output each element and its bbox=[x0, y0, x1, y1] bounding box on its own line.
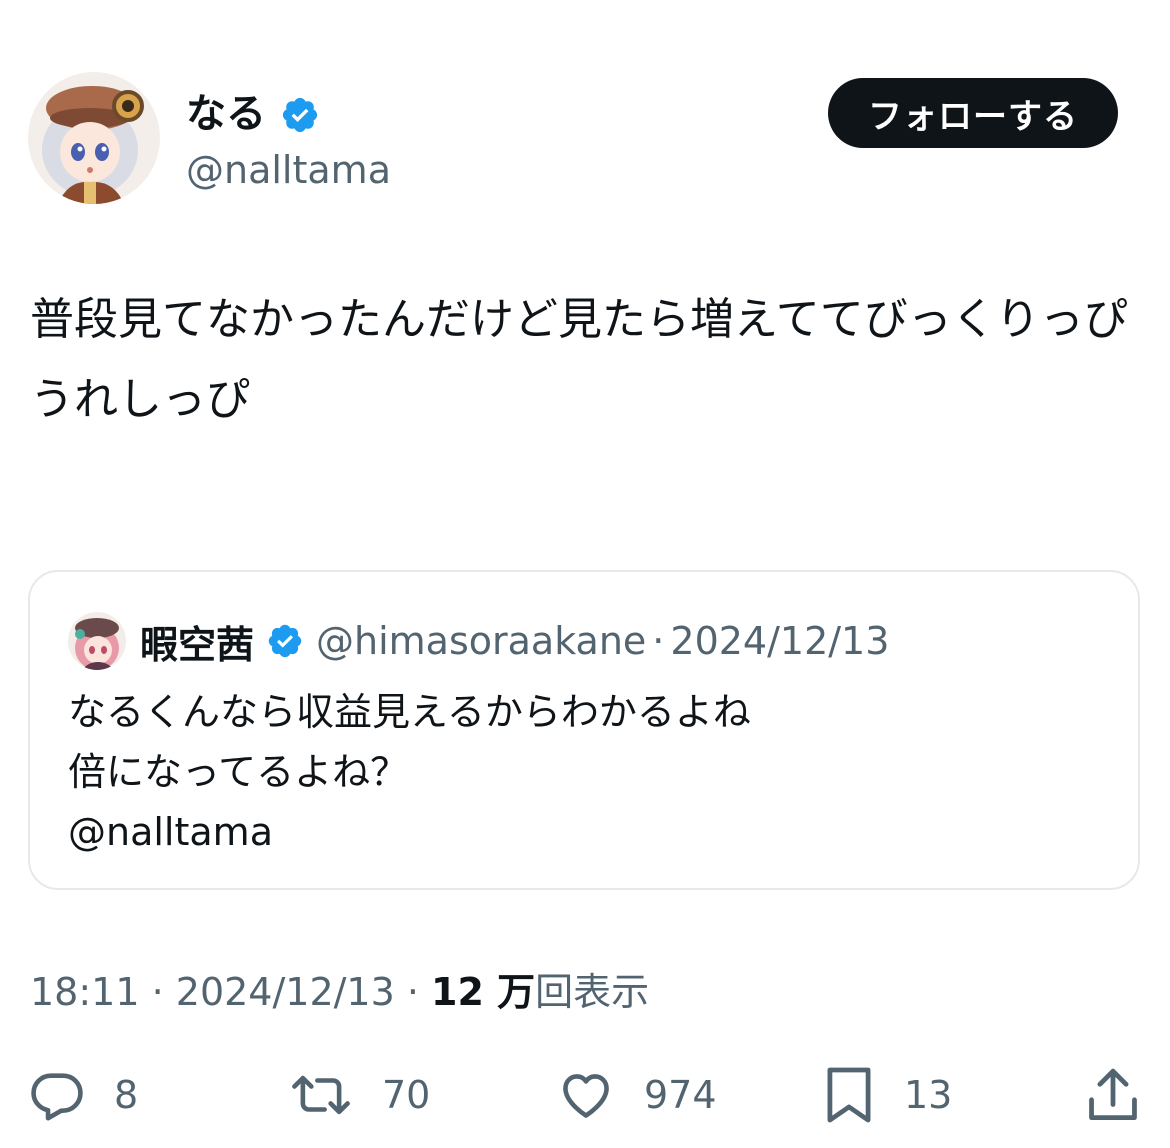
verified-badge-icon bbox=[280, 94, 320, 134]
tweet-text: 普段見てなかったんだけど見たら増えててびっくりっぴ うれしっぴ bbox=[30, 294, 1128, 425]
bookmark-button[interactable]: 13 bbox=[822, 1060, 952, 1130]
quote-tweet-card[interactable]: 暇空茜 @himasoraakane · 2024/12/13 なるくんなら収益… bbox=[28, 570, 1140, 890]
tweet-time[interactable]: 18:11 bbox=[30, 970, 140, 1014]
reply-count: 8 bbox=[114, 1073, 139, 1117]
bookmark-icon bbox=[827, 1067, 871, 1123]
follow-button[interactable]: フォローする bbox=[828, 78, 1118, 148]
reply-icon bbox=[31, 1073, 83, 1121]
quote-author-avatar[interactable] bbox=[68, 612, 126, 670]
share-button[interactable] bbox=[1084, 1060, 1142, 1130]
views-label: 回表示 bbox=[535, 970, 650, 1014]
action-bar: 8 70 974 13 bbox=[0, 1060, 1170, 1130]
share-icon bbox=[1089, 1068, 1137, 1121]
repost-count: 70 bbox=[382, 1073, 431, 1117]
like-button[interactable]: 974 bbox=[556, 1060, 717, 1130]
author-avatar[interactable] bbox=[28, 72, 160, 204]
avatar-anime-girl-icon bbox=[28, 72, 160, 204]
author-display-name[interactable]: なる bbox=[186, 86, 320, 142]
heart-icon bbox=[563, 1074, 609, 1118]
avatar-pink-hair-icon bbox=[68, 612, 126, 670]
quote-author-name[interactable]: 暇空茜 bbox=[140, 614, 254, 669]
quote-author-handle[interactable]: @himasoraakane bbox=[316, 619, 646, 663]
author-handle[interactable]: @nalltama bbox=[186, 142, 391, 198]
quote-separator: · bbox=[652, 619, 665, 663]
like-count: 974 bbox=[644, 1073, 717, 1117]
quote-tweet-text: なるくんなら収益見えるからわかるよね 倍になってるよね？ @nalltama bbox=[68, 690, 751, 854]
bookmark-count: 13 bbox=[904, 1073, 953, 1117]
meta-separator: · bbox=[394, 970, 432, 1014]
repost-icon bbox=[292, 1075, 350, 1115]
quote-verified-badge-icon bbox=[266, 622, 304, 660]
author-name-text: なる bbox=[186, 91, 266, 137]
meta-separator: · bbox=[139, 970, 176, 1014]
quote-header: 暇空茜 @himasoraakane · 2024/12/13 bbox=[140, 612, 889, 670]
views-count[interactable]: 12 万 bbox=[431, 970, 535, 1014]
tweet-date[interactable]: 2024/12/13 bbox=[176, 970, 395, 1014]
tweet-meta: 18:11 · 2024/12/13 · 12 万回表示 bbox=[30, 962, 649, 1022]
quote-date[interactable]: 2024/12/13 bbox=[670, 619, 889, 663]
reply-button[interactable]: 8 bbox=[28, 1060, 138, 1130]
repost-button[interactable]: 70 bbox=[288, 1060, 430, 1130]
